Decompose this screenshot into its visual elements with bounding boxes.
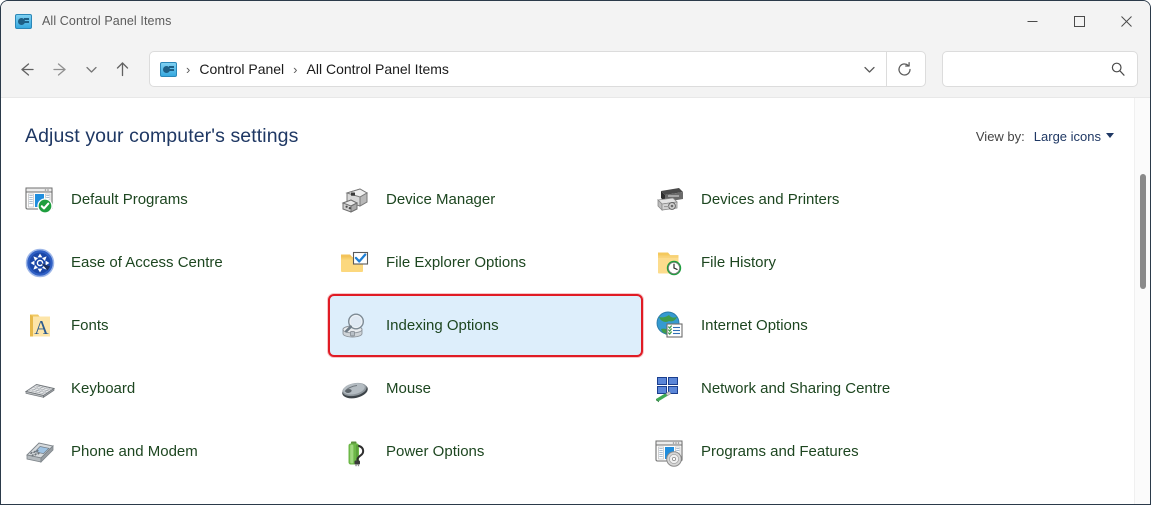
arrow-up-icon bbox=[116, 61, 128, 76]
search-box[interactable] bbox=[942, 51, 1138, 87]
view-by-dropdown[interactable]: Large icons bbox=[1034, 129, 1114, 144]
breadcrumb-control-panel[interactable]: Control Panel bbox=[199, 61, 284, 77]
chevron-down-icon bbox=[85, 66, 97, 73]
search-input[interactable] bbox=[953, 61, 1105, 77]
item-label: Programs and Features bbox=[701, 442, 859, 460]
item-label: Network and Sharing Centre bbox=[701, 379, 891, 397]
items-grid-wrapper: Default Programs Device Manager Devices … bbox=[1, 154, 1150, 504]
breadcrumb-separator: › bbox=[186, 61, 191, 77]
search-button[interactable] bbox=[1105, 56, 1131, 82]
indexing-options-icon bbox=[338, 309, 372, 343]
up-button[interactable] bbox=[105, 52, 139, 86]
control-panel-icon bbox=[15, 13, 32, 29]
item-label: Phone and Modem bbox=[71, 442, 198, 460]
item-label: Power Options bbox=[386, 442, 485, 460]
mouse-icon bbox=[338, 372, 372, 406]
device-manager-icon bbox=[338, 183, 372, 217]
keyboard-icon bbox=[23, 372, 57, 406]
item-fonts[interactable]: A Fonts bbox=[13, 294, 328, 357]
title-bar-left: All Control Panel Items bbox=[1, 13, 172, 29]
devices-and-printers-icon bbox=[653, 183, 687, 217]
default-programs-icon bbox=[23, 183, 57, 217]
network-sharing-icon bbox=[653, 372, 687, 406]
internet-options-icon bbox=[653, 309, 687, 343]
item-label: Default Programs bbox=[71, 190, 188, 208]
phone-and-modem-icon bbox=[23, 435, 57, 469]
item-ease-of-access-centre[interactable]: Ease of Access Centre bbox=[13, 231, 328, 294]
item-label: Keyboard bbox=[71, 379, 136, 397]
arrow-right-icon bbox=[52, 62, 66, 76]
item-file-explorer-options[interactable]: File Explorer Options bbox=[328, 231, 643, 294]
recent-locations-button[interactable] bbox=[77, 52, 105, 86]
item-label: Fonts bbox=[71, 316, 109, 334]
ease-of-access-icon bbox=[23, 246, 57, 280]
window-controls bbox=[1009, 1, 1150, 41]
chevron-down-icon bbox=[863, 66, 875, 73]
minimize-button[interactable] bbox=[1009, 1, 1056, 41]
back-button[interactable] bbox=[9, 52, 43, 86]
item-power-options[interactable]: Power Options bbox=[328, 420, 643, 483]
item-keyboard[interactable]: Keyboard bbox=[13, 357, 328, 420]
view-by-label: View by: bbox=[975, 128, 1025, 144]
item-mouse[interactable]: Mouse bbox=[328, 357, 643, 420]
control-panel-window: All Control Panel Items › Control Panel … bbox=[0, 0, 1151, 505]
item-network-and-sharing-centre[interactable]: Network and Sharing Centre bbox=[643, 357, 1083, 420]
item-phone-and-modem[interactable]: Phone and Modem bbox=[13, 420, 328, 483]
item-label: File History bbox=[701, 253, 777, 271]
search-icon bbox=[1111, 62, 1125, 76]
item-device-manager[interactable]: Device Manager bbox=[328, 168, 643, 231]
previous-locations-button[interactable] bbox=[852, 53, 886, 85]
item-label: Device Manager bbox=[386, 190, 496, 208]
svg-text:A: A bbox=[34, 317, 49, 339]
item-label: Internet Options bbox=[701, 316, 808, 334]
item-programs-and-features[interactable]: Programs and Features bbox=[643, 420, 1083, 483]
content-header: Adjust your computer's settings View by:… bbox=[1, 98, 1150, 154]
item-devices-and-printers[interactable]: Devices and Printers bbox=[643, 168, 1083, 231]
item-internet-options[interactable]: Internet Options bbox=[643, 294, 1083, 357]
programs-and-features-icon bbox=[653, 435, 687, 469]
control-panel-items-grid: Default Programs Device Manager Devices … bbox=[1, 168, 1150, 483]
breadcrumb-all-control-panel-items[interactable]: All Control Panel Items bbox=[307, 61, 449, 77]
maximize-button[interactable] bbox=[1056, 1, 1103, 41]
forward-button[interactable] bbox=[43, 52, 77, 86]
scrollbar-thumb[interactable] bbox=[1140, 174, 1146, 289]
content-area: Adjust your computer's settings View by:… bbox=[1, 97, 1150, 504]
view-by-value: Large icons bbox=[1033, 128, 1101, 144]
control-panel-breadcrumb-icon bbox=[160, 61, 177, 77]
title-bar: All Control Panel Items bbox=[1, 1, 1150, 41]
item-label: Mouse bbox=[386, 379, 432, 397]
page-title: Adjust your computer's settings bbox=[25, 124, 299, 147]
file-history-icon bbox=[653, 246, 687, 280]
item-label: Devices and Printers bbox=[701, 190, 840, 208]
arrow-left-icon bbox=[20, 62, 34, 76]
breadcrumb-separator: › bbox=[293, 61, 298, 77]
close-button[interactable] bbox=[1103, 1, 1150, 41]
power-options-icon bbox=[338, 435, 372, 469]
view-by-control: View by: Large icons bbox=[976, 129, 1114, 144]
address-bar[interactable]: › Control Panel › All Control Panel Item… bbox=[149, 51, 926, 87]
refresh-icon bbox=[897, 61, 911, 76]
file-explorer-options-icon bbox=[338, 246, 372, 280]
item-label: Indexing Options bbox=[386, 316, 499, 334]
item-label: Ease of Access Centre bbox=[71, 253, 223, 271]
fonts-icon: A bbox=[23, 309, 57, 343]
item-default-programs[interactable]: Default Programs bbox=[13, 168, 328, 231]
navigation-bar: › Control Panel › All Control Panel Item… bbox=[1, 41, 1150, 97]
vertical-scrollbar[interactable] bbox=[1134, 98, 1150, 504]
window-title: All Control Panel Items bbox=[42, 14, 172, 28]
item-label: File Explorer Options bbox=[386, 253, 527, 271]
refresh-button[interactable] bbox=[887, 53, 921, 85]
item-indexing-options[interactable]: Indexing Options bbox=[328, 294, 643, 357]
chevron-down-icon bbox=[1106, 132, 1114, 138]
item-file-history[interactable]: File History bbox=[643, 231, 1083, 294]
